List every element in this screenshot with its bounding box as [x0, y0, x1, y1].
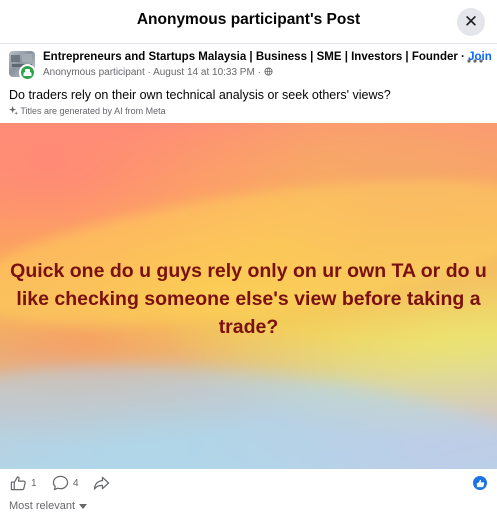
group-name-link[interactable]: Entrepreneurs and Startups Malaysia | Bu…	[43, 51, 458, 63]
comment-count: 4	[73, 477, 79, 489]
thumbs-up-icon	[476, 479, 484, 487]
ai-note-text: Titles are generated by AI from Meta	[20, 106, 166, 116]
dialog-header: Anonymous participant's Post ✕	[0, 0, 497, 44]
globe-icon	[264, 67, 273, 76]
post-background-image[interactable]: Quick one do u guys rely only on ur own …	[0, 123, 497, 469]
close-button[interactable]: ✕	[457, 8, 485, 36]
thumbs-up-icon	[10, 476, 26, 491]
more-options-button[interactable]	[463, 54, 487, 74]
share-icon	[93, 476, 110, 490]
comment-sort-dropdown[interactable]: Most relevant	[9, 500, 88, 512]
comment-sort-label: Most relevant	[9, 500, 76, 512]
ai-title-note: Titles are generated by AI from Meta	[9, 106, 166, 116]
dialog-title: Anonymous participant's Post	[136, 11, 361, 28]
caret-down-icon	[79, 503, 88, 509]
share-button[interactable]	[93, 475, 110, 491]
post-body-text: Quick one do u guys rely only on ur own …	[10, 260, 487, 338]
post-actions: 1 4	[0, 469, 497, 497]
comment-icon	[52, 475, 69, 491]
anonymous-icon	[23, 69, 32, 76]
sparkle-icon	[9, 106, 18, 115]
like-button[interactable]: 1	[10, 475, 37, 491]
background-wave	[0, 340, 497, 469]
post-meta: Anonymous participant · August 14 at 10:…	[43, 67, 273, 78]
anonymous-badge	[19, 64, 36, 81]
like-count: 1	[31, 477, 37, 489]
like-reaction-icon[interactable]	[473, 476, 487, 490]
comment-button[interactable]: 4	[52, 475, 79, 491]
post-title: Do traders rely on their own technical a…	[9, 88, 391, 102]
post-header: Entrepreneurs and Startups Malaysia | Bu…	[9, 50, 492, 84]
group-name-line: Entrepreneurs and Startups Malaysia | Bu…	[43, 51, 492, 63]
more-options-icon	[467, 59, 483, 63]
author-name[interactable]: Anonymous participant	[43, 67, 145, 78]
post-date[interactable]: August 14 at 10:33 PM	[153, 67, 255, 78]
separator: ·	[144, 67, 154, 78]
separator: ·	[254, 67, 264, 78]
close-icon: ✕	[463, 12, 479, 31]
